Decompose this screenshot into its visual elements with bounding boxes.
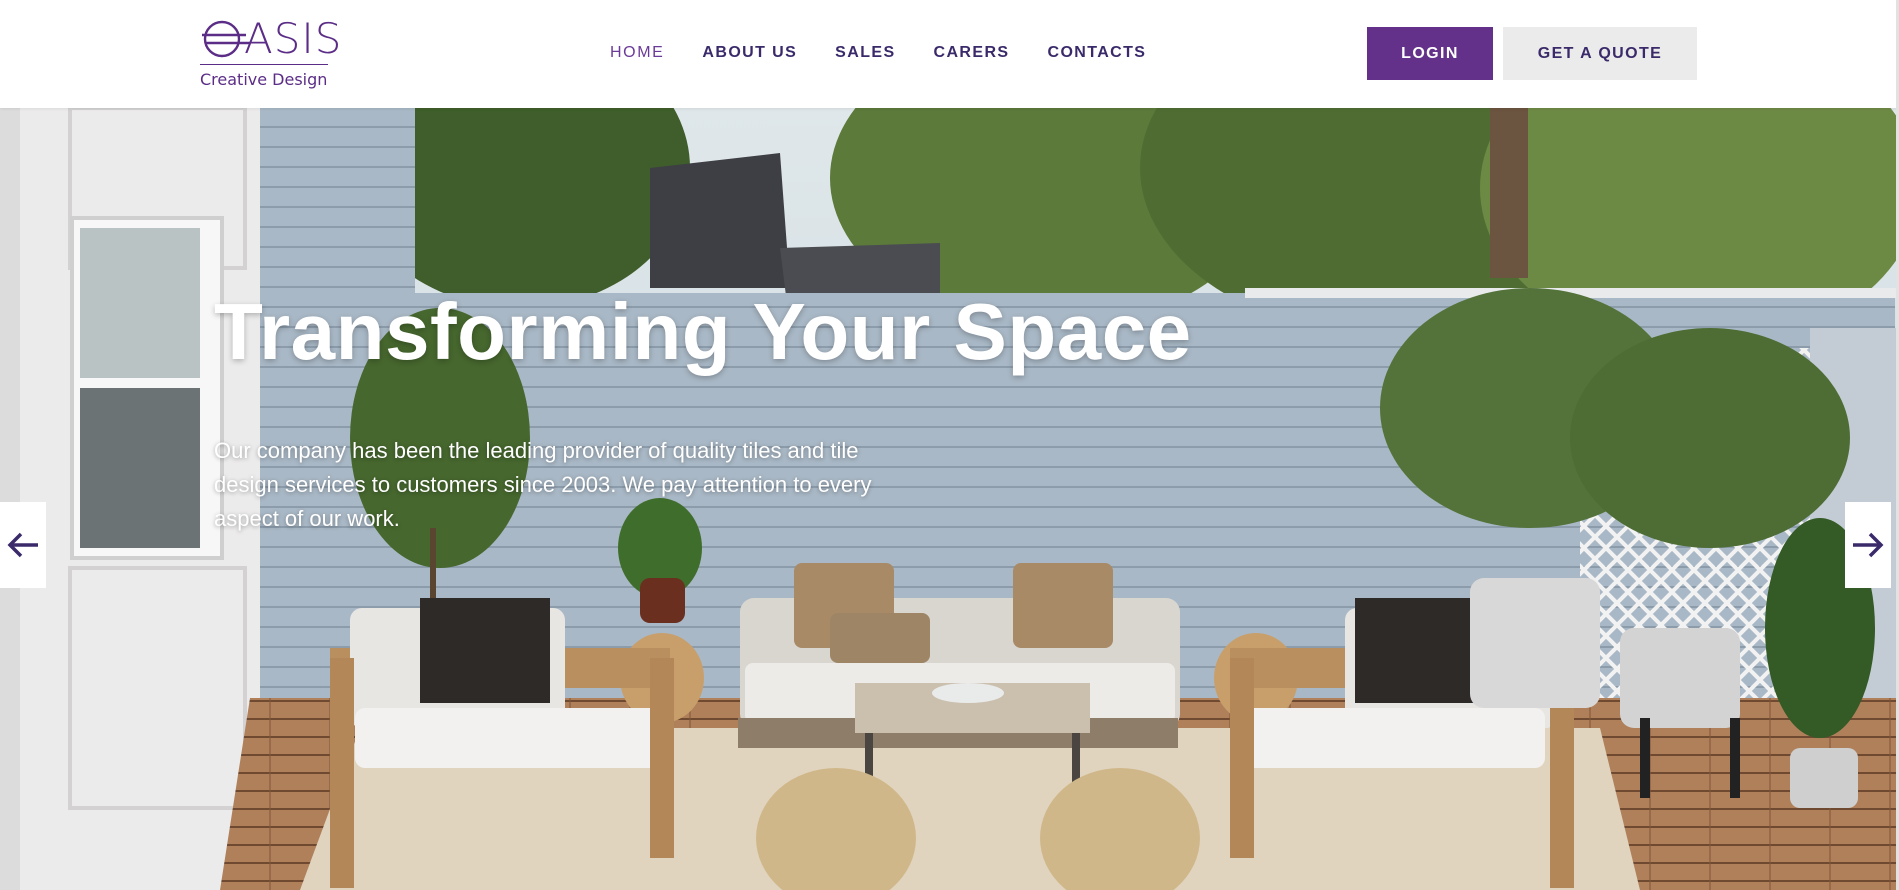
slider-next-button[interactable] — [1845, 502, 1891, 588]
brand-logo[interactable]: ASIS Creative Design — [200, 18, 341, 90]
nav-carers[interactable]: CARERS — [934, 44, 1010, 62]
nav-sales[interactable]: SALES — [835, 44, 895, 62]
brand-tagline: Creative Design — [200, 70, 328, 89]
nav-home[interactable]: HOME — [610, 44, 664, 62]
nav-contacts[interactable]: CONTACTS — [1047, 44, 1146, 62]
hero-title: Transforming Your Space — [214, 287, 1192, 376]
hero-slider: Transforming Your Space Our company has … — [0, 108, 1899, 890]
nav-about-us[interactable]: ABOUT US — [702, 44, 797, 62]
hero-description: Our company has been the leading provide… — [214, 438, 872, 531]
login-button[interactable]: LOGIN — [1367, 27, 1493, 80]
brand-name: ASIS — [244, 14, 343, 63]
slider-prev-button[interactable] — [0, 502, 46, 588]
site-header: ASIS Creative Design HOME ABOUT US SALES… — [0, 0, 1899, 108]
arrow-left-icon — [7, 532, 38, 558]
logo-divider — [200, 64, 328, 65]
main-nav: HOME ABOUT US SALES CARERS CONTACTS — [610, 44, 1184, 62]
arrow-right-icon — [1853, 532, 1884, 558]
get-a-quote-button[interactable]: GET A QUOTE — [1503, 27, 1697, 80]
